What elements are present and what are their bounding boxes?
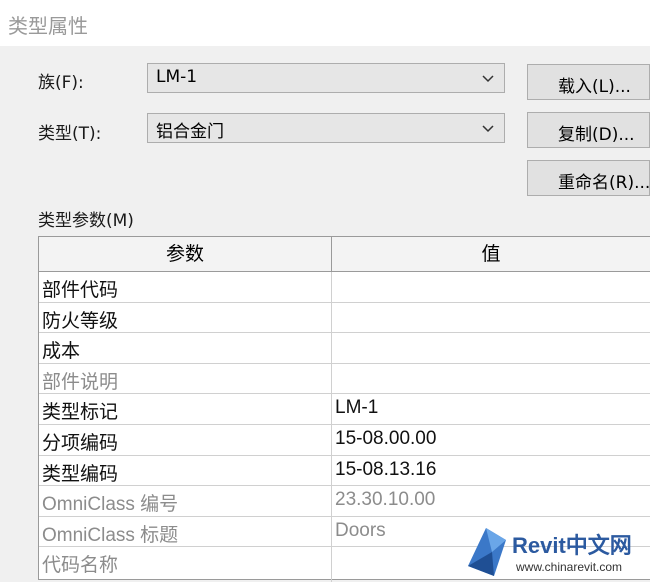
param-column-header[interactable]: 参数 [39,237,332,271]
type-value: 铝合金门 [156,122,224,142]
type-label: 类型(T): [38,124,102,144]
row-value[interactable]: LM-1 [335,397,378,419]
row-param: 分项编码 [42,433,119,454]
row-value[interactable]: Doors [335,520,386,542]
chevron-down-icon [482,125,494,133]
table-header: 参数 值 [39,237,650,272]
value-column-header[interactable]: 值 [331,237,650,271]
duplicate-button[interactable]: 复制(D)... [527,112,650,148]
dialog-title: 类型属性 [8,14,88,38]
rename-button-label: 重命名(R)... [558,173,650,193]
table-row[interactable]: 防火等级 [39,303,650,334]
table-row[interactable]: 类型标记 LM-1 [39,394,650,425]
duplicate-button-label: 复制(D)... [558,125,635,145]
table-row[interactable]: 部件说明 [39,364,650,395]
row-param: OmniClass 标题 [42,524,179,546]
table-row[interactable]: 分项编码 15-08.00.00 [39,425,650,456]
row-param: 类型编码 [42,463,119,485]
table-row[interactable]: 成本 [39,333,650,364]
type-dropdown[interactable]: 铝合金门 [147,113,505,143]
load-button[interactable]: 载入(L)... [527,64,650,100]
watermark: Revit中文网 www.chinarevit.com [460,522,650,580]
row-value[interactable]: 15-08.13.16 [335,459,436,481]
table-row[interactable]: 类型编码 15-08.13.16 [39,456,650,487]
type-parameters-label: 类型参数(M) [38,211,134,231]
watermark-url: www.chinarevit.com [516,560,623,574]
row-param: 部件代码 [42,280,119,301]
table-row[interactable]: OmniClass 编号 23.30.10.00 [39,486,650,517]
family-label: 族(F): [38,73,84,93]
row-value[interactable]: 23.30.10.00 [335,489,435,511]
family-value: LM-1 [156,67,198,87]
row-param: OmniClass 编号 [42,494,179,516]
row-param: 类型标记 [42,402,119,424]
revit-logo-icon [468,528,506,576]
row-param: 代码名称 [42,555,119,577]
watermark-brand: Revit中文网 [512,533,632,558]
row-param: 成本 [42,341,81,363]
row-value[interactable]: 15-08.00.00 [335,428,436,450]
chevron-down-icon [482,75,494,83]
load-button-label: 载入(L)... [558,77,631,97]
row-param: 部件说明 [42,371,119,393]
row-param: 防火等级 [42,310,119,332]
family-dropdown[interactable]: LM-1 [147,63,505,93]
dialog-titlebar: 类型属性 [0,0,650,46]
rename-button[interactable]: 重命名(R)... [527,160,650,196]
table-row[interactable]: 部件代码 [39,272,650,303]
